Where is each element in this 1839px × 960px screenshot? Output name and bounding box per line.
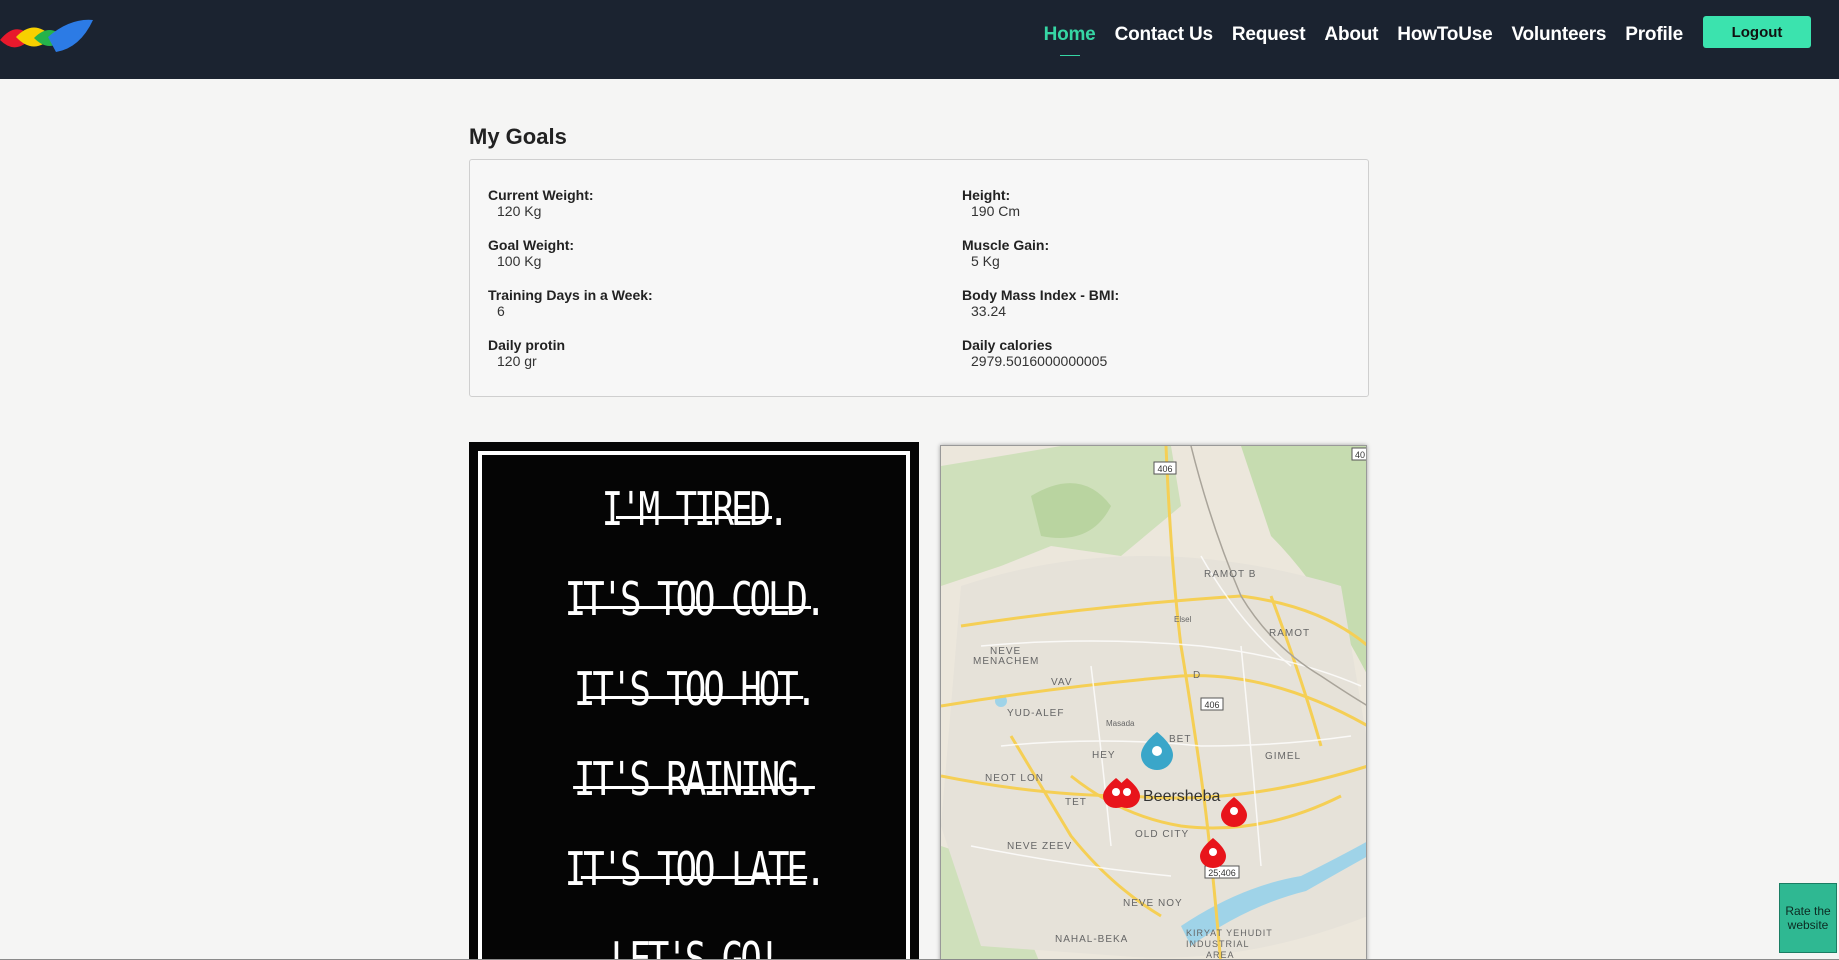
svg-text:MENACHEM: MENACHEM xyxy=(973,656,1039,667)
nav-menu: Home Contact Us Request About HowToUse V… xyxy=(1044,0,1839,70)
rate-website-button[interactable]: Rate the website xyxy=(1779,883,1837,953)
svg-text:25;406: 25;406 xyxy=(1208,868,1236,878)
svg-text:Masada: Masada xyxy=(1106,719,1135,728)
goals-card: Current Weight: 120 Kg Height: 190 Cm Go… xyxy=(469,159,1369,397)
goal-label: Daily protin xyxy=(488,337,566,353)
goal-label: Muscle Gain: xyxy=(962,237,1050,253)
quote-line: IT'S TOO LATE. xyxy=(564,842,827,896)
goal-daily-calories: Daily calories 2979.5016000000005 xyxy=(962,337,1107,369)
goals-title: My Goals xyxy=(469,124,567,149)
goal-value: 2979.5016000000005 xyxy=(971,353,1108,369)
goal-value: 33.24 xyxy=(971,303,1007,319)
nav-about[interactable]: About xyxy=(1324,24,1378,46)
svg-text:KIRYAT YEHUDIT: KIRYAT YEHUDIT xyxy=(1186,928,1273,938)
svg-text:INDUSTRIAL: INDUSTRIAL xyxy=(1186,939,1250,949)
svg-text:HEY: HEY xyxy=(1092,750,1116,761)
nav-how-to-use[interactable]: HowToUse xyxy=(1397,24,1492,46)
svg-text:BET: BET xyxy=(1169,734,1191,745)
svg-text:GIMEL: GIMEL xyxy=(1265,751,1301,762)
svg-text:NEOT LON: NEOT LON xyxy=(985,773,1044,784)
nav-volunteers[interactable]: Volunteers xyxy=(1511,24,1606,46)
logout-button[interactable]: Logout xyxy=(1703,16,1811,48)
app-logo[interactable] xyxy=(0,18,95,56)
svg-text:40: 40 xyxy=(1355,450,1365,460)
motivation-image: I'M TIRED. IT'S TOO COLD. IT'S TOO HOT. … xyxy=(469,442,919,960)
svg-text:VAV: VAV xyxy=(1051,677,1073,688)
goal-current-weight: Current Weight: 120 Kg xyxy=(488,187,594,219)
goal-height: Height: 190 Cm xyxy=(962,187,1020,219)
svg-text:Beersheba: Beersheba xyxy=(1143,788,1220,805)
goal-label: Training Days in a Week: xyxy=(488,287,653,303)
map[interactable]: 406 406 25;406 40 RAMOT B RAMOT NEVE MEN… xyxy=(940,445,1367,960)
goal-value: 120 Kg xyxy=(497,203,542,219)
quote-line: IT'S RAINING. xyxy=(573,752,817,806)
svg-text:OLD CITY: OLD CITY xyxy=(1135,829,1189,840)
goal-label: Current Weight: xyxy=(488,187,594,203)
goal-daily-protein: Daily protin 120 gr xyxy=(488,337,565,369)
svg-text:TET: TET xyxy=(1065,797,1087,808)
goal-goal-weight: Goal Weight: 100 Kg xyxy=(488,237,574,269)
nav-home[interactable]: Home xyxy=(1044,24,1096,56)
quote-line: I'M TIRED. xyxy=(601,482,790,536)
svg-text:406: 406 xyxy=(1157,464,1172,474)
map-canvas[interactable]: 406 406 25;406 40 RAMOT B RAMOT NEVE MEN… xyxy=(941,446,1367,960)
svg-text:NAHAL-BEKA: NAHAL-BEKA xyxy=(1055,934,1128,945)
nav-profile[interactable]: Profile xyxy=(1625,24,1683,46)
goal-training-days: Training Days in a Week: 6 xyxy=(488,287,653,319)
nav-contact-us[interactable]: Contact Us xyxy=(1115,24,1213,46)
goal-label: Body Mass Index - BMI: xyxy=(962,287,1120,303)
svg-text:D: D xyxy=(1193,670,1201,681)
svg-text:RAMOT: RAMOT xyxy=(1269,628,1310,639)
quote-line: IT'S TOO HOT. xyxy=(573,662,817,716)
svg-text:Elsel: Elsel xyxy=(1174,615,1192,624)
svg-text:YUD-ALEF: YUD-ALEF xyxy=(1007,708,1064,719)
goal-label: Goal Weight: xyxy=(488,237,575,253)
svg-text:RAMOT B: RAMOT B xyxy=(1204,569,1256,580)
quote-line: LET'S GO! xyxy=(610,932,780,960)
goal-label: Height: xyxy=(962,187,1011,203)
goal-value: 6 xyxy=(497,303,505,319)
quote-line: IT'S TOO COLD. xyxy=(564,572,827,626)
goal-bmi: Body Mass Index - BMI: 33.24 xyxy=(962,287,1119,319)
svg-text:NEVE ZEEV: NEVE ZEEV xyxy=(1007,841,1072,852)
goal-value: 190 Cm xyxy=(971,203,1021,219)
goal-label: Daily calories xyxy=(962,337,1053,353)
goal-value: 120 gr xyxy=(497,353,537,369)
goal-value: 5 Kg xyxy=(971,253,1000,269)
goal-muscle-gain: Muscle Gain: 5 Kg xyxy=(962,237,1049,269)
nav-request[interactable]: Request xyxy=(1232,24,1306,46)
svg-text:NEVE NOY: NEVE NOY xyxy=(1123,898,1183,909)
goal-value: 100 Kg xyxy=(497,253,542,269)
navbar: Home Contact Us Request About HowToUse V… xyxy=(0,0,1839,79)
svg-text:406: 406 xyxy=(1204,700,1219,710)
